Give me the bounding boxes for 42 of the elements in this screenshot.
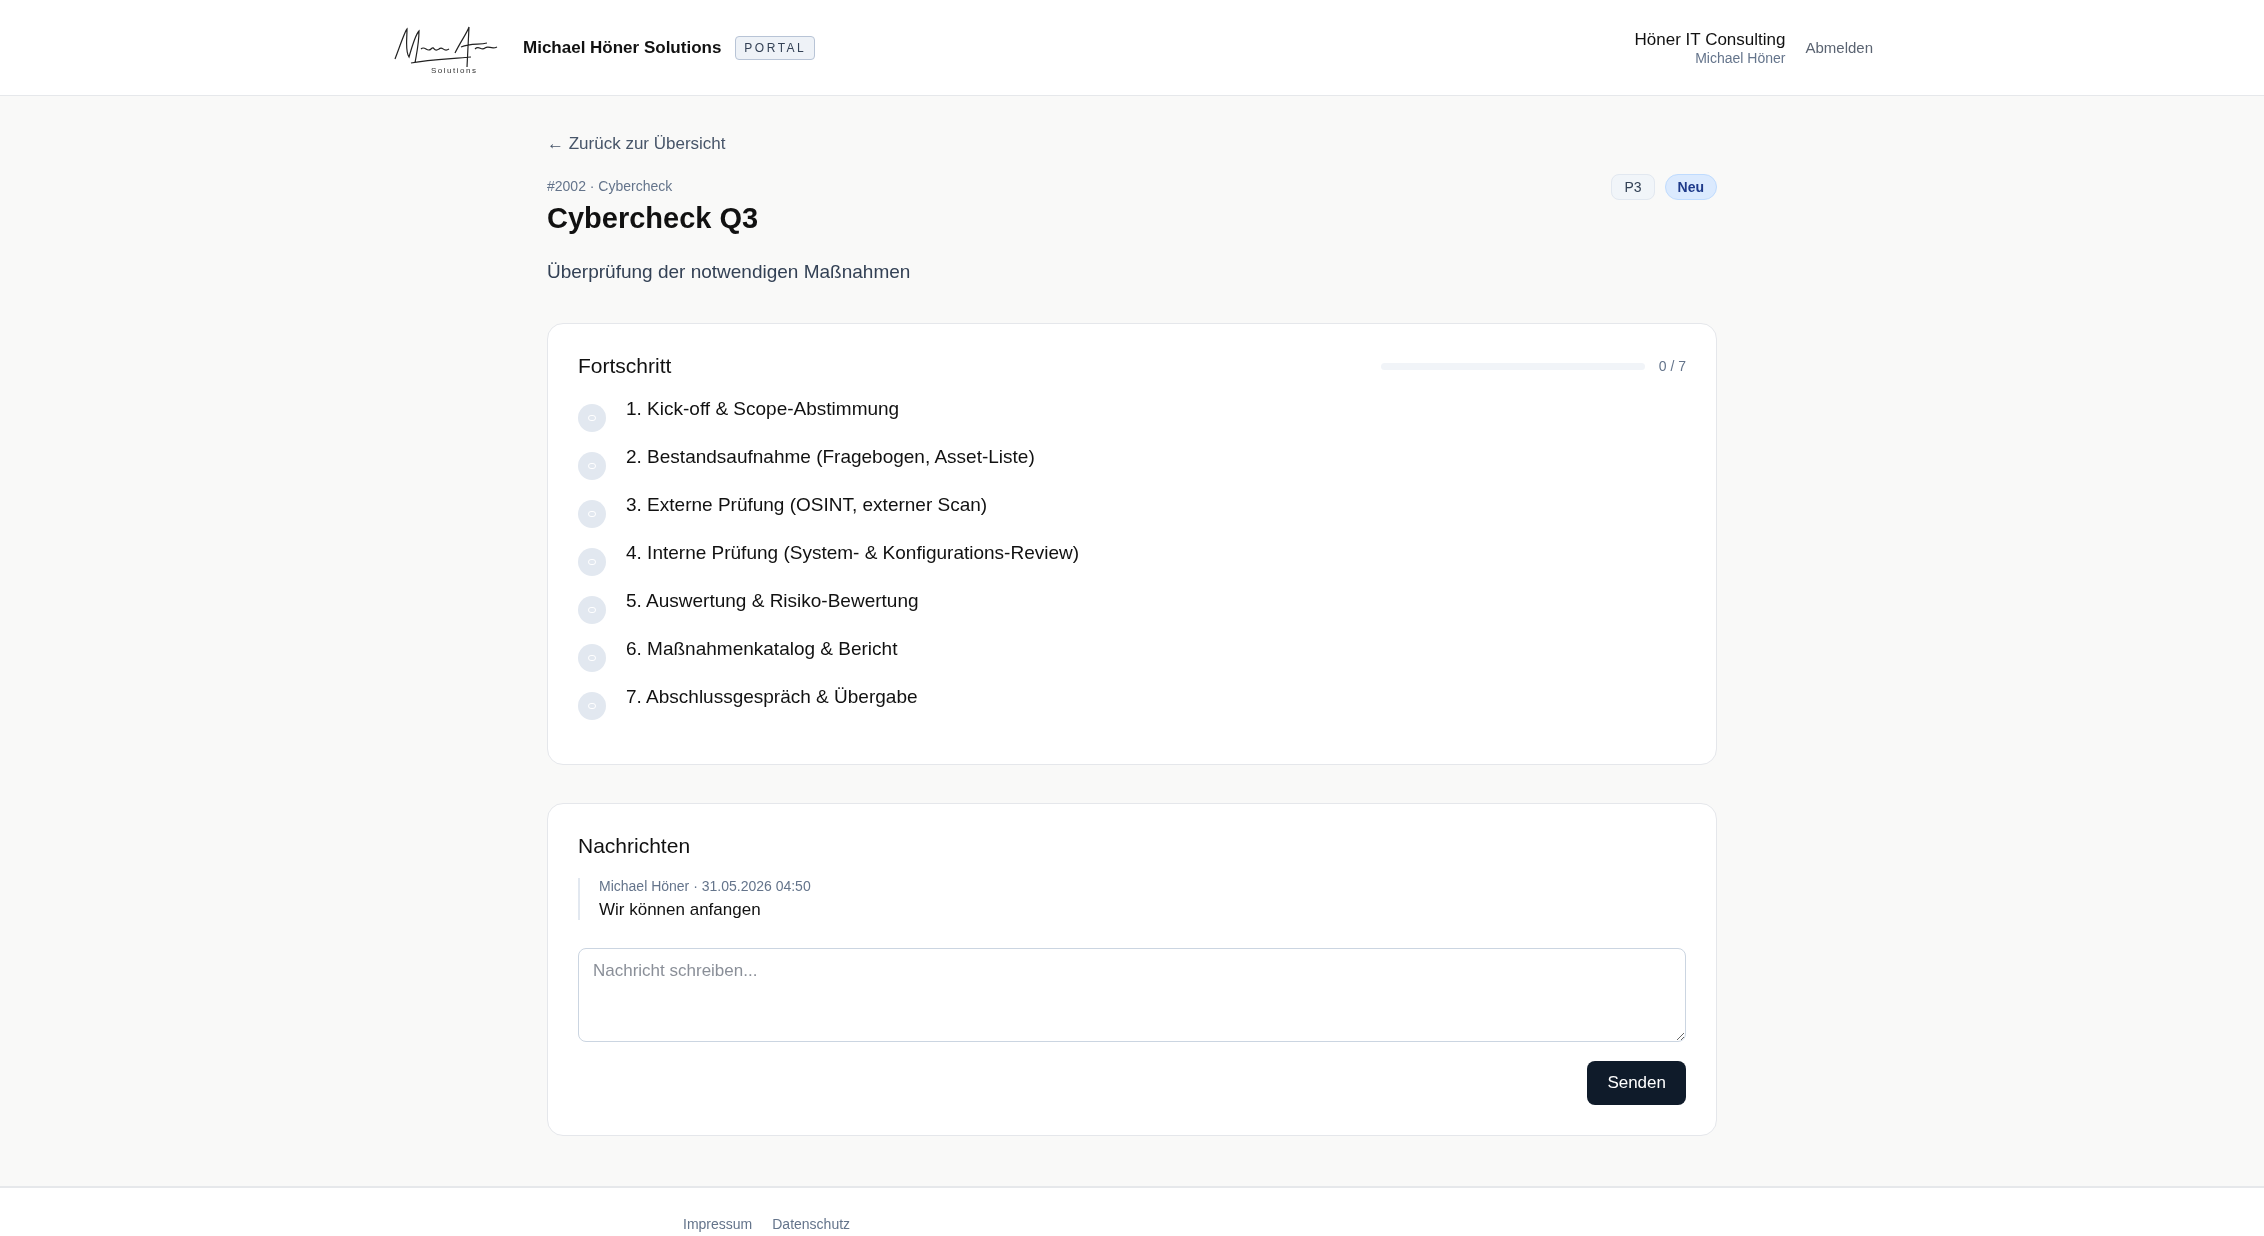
company-name: Höner IT Consulting [1634,29,1786,50]
priority-badge: P3 [1611,174,1655,200]
status-badge: Neu [1664,174,1717,200]
user-name: Michael Höner [1695,49,1786,66]
step-checkbox[interactable] [578,452,606,480]
ring-icon [588,559,596,565]
portal-badge: PORTAL [735,35,816,60]
message-field[interactable]: Nachricht schreiben... [578,948,1686,1042]
step-label: 4. Interne Prüfung (System- & Konfigurations-Review) [626,542,1080,564]
footer-link[interactable]: Datenschutz [772,1216,851,1232]
ticket-meta: #2002 · Cybercheck [547,178,674,194]
ring-icon [588,607,596,613]
step-label: 5. Auswertung & Risiko-Bewertung [626,590,919,612]
step-label: 6. Maßnahmenkatalog & Bericht [626,638,898,660]
step-label: 7. Abschlussgespräch & Übergabe [626,686,918,708]
step-checkbox[interactable] [578,404,606,432]
ring-icon [588,463,596,469]
progress-count: 0 / 7 [1658,358,1686,374]
message-meta: Michael Höner · 31.05.2026 04:50 [599,878,812,894]
ring-icon [588,703,596,709]
step-label: 1. Kick-off & Scope-Abstimmung [626,398,900,420]
logo-subtitle: Solutions [431,65,478,75]
step-checkbox[interactable] [578,692,606,720]
step-checkbox[interactable] [578,644,606,672]
footer-link[interactable]: Impressum [683,1216,753,1232]
send-button[interactable]: Senden [1587,1061,1686,1105]
step-checkbox[interactable] [578,500,606,528]
brand-name: Michael Höner Solutions [523,37,722,58]
card-title: Fortschritt [578,354,672,378]
card-title: Nachrichten [578,834,692,858]
ticket-description: Überprüfung der notwendigen Maßnahmen [547,261,912,283]
step-checkbox[interactable] [578,596,606,624]
ring-icon [588,415,596,421]
message-text: Wir können anfangen [599,900,762,920]
ring-icon [588,511,596,517]
logout-link[interactable]: Abmelden [1805,39,1873,56]
step-checkbox[interactable] [578,548,606,576]
step-label: 3. Externe Prüfung (OSINT, externer Scan) [626,494,988,516]
ring-icon [588,655,596,661]
back-link[interactable]: ← Zurück zur Übersicht [547,134,1717,154]
ticket-title: Cybercheck Q3 [547,202,759,235]
step-label: 2. Bestandsaufnahme (Fragebogen, Asset-Liste) [626,446,1035,468]
